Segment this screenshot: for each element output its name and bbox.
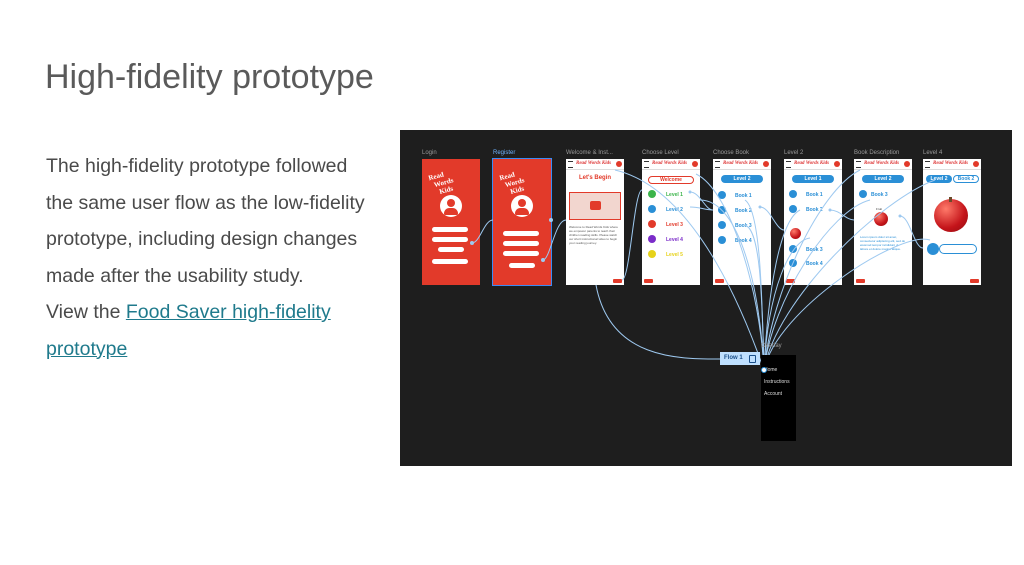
slide-title: High-fidelity prototype bbox=[45, 58, 374, 96]
overlay-item-instructions[interactable]: Instructions bbox=[764, 379, 790, 385]
view-prefix: View the bbox=[46, 301, 126, 323]
flow-node bbox=[761, 367, 767, 373]
flow-connections bbox=[470, 169, 936, 371]
body-paragraph: The high-fidelity prototype followed the… bbox=[46, 155, 365, 287]
overlay-label: Overlay bbox=[761, 343, 782, 349]
flow-icon bbox=[749, 355, 756, 363]
slide-body: The high-fidelity prototype followed the… bbox=[46, 148, 376, 367]
flow-1-button[interactable]: Flow 1 bbox=[720, 352, 760, 365]
overlay-item-account[interactable]: Account bbox=[764, 391, 782, 397]
prototype-canvas[interactable]: Login Register Welcome & Inst... Choose … bbox=[400, 130, 1012, 466]
